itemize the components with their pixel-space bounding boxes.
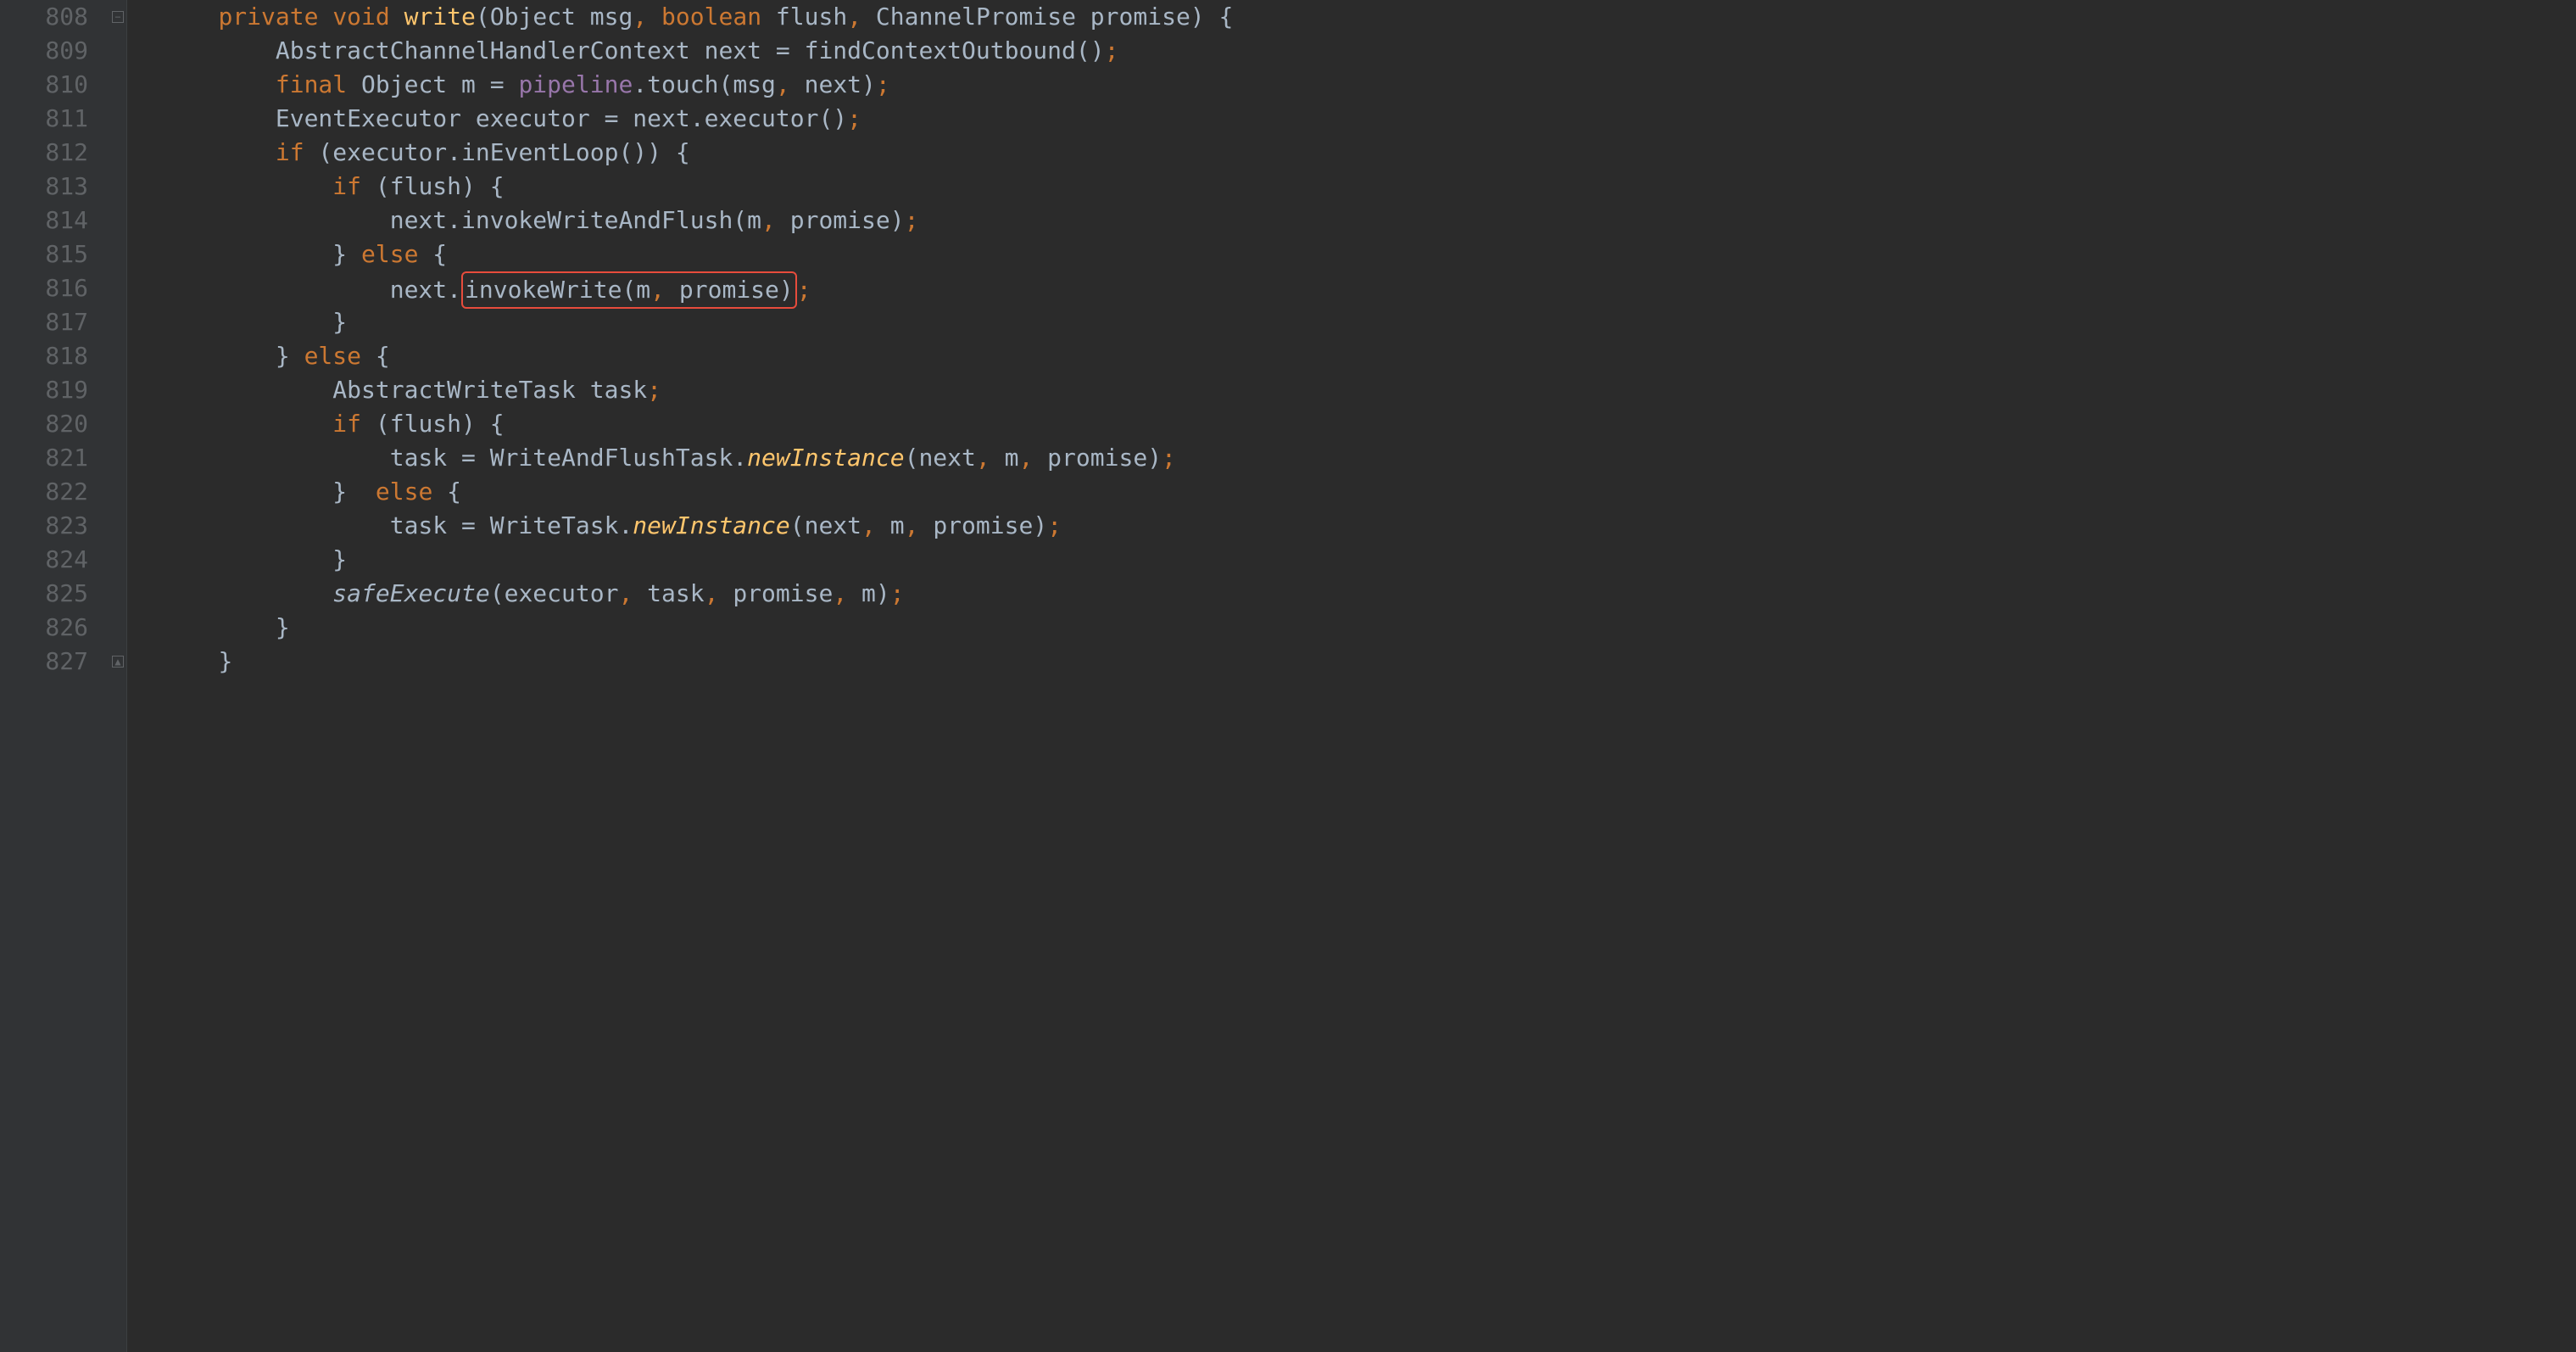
code-line[interactable]: task = WriteTask.newInstance(next, m, pr… [161, 509, 2576, 543]
line-number: 812 [14, 136, 88, 170]
line-number: 819 [14, 373, 88, 407]
code-line[interactable]: private void write(Object msg, boolean f… [161, 0, 2576, 34]
line-number: 827 [14, 645, 88, 679]
code-line[interactable]: final Object m = pipeline.touch(msg, nex… [161, 68, 2576, 102]
code-line[interactable]: } [161, 305, 2576, 339]
fold-strip: −▲ [110, 0, 127, 1352]
fold-marker-icon[interactable]: − [112, 11, 124, 23]
line-number: 826 [14, 611, 88, 645]
code-line[interactable]: } else { [161, 475, 2576, 509]
line-number: 818 [14, 339, 88, 373]
code-line[interactable]: if (flush) { [161, 407, 2576, 441]
line-number: 810 [14, 68, 88, 102]
code-line[interactable]: if (flush) { [161, 170, 2576, 204]
line-number: 823 [14, 509, 88, 543]
code-line[interactable]: if (executor.inEventLoop()) { [161, 136, 2576, 170]
code-line[interactable]: next.invokeWrite(m, promise); [161, 271, 2576, 305]
code-line[interactable]: } else { [161, 237, 2576, 271]
line-number: 825 [14, 577, 88, 611]
line-number-gutter: 8088098108118128138148158168178188198208… [0, 0, 110, 1352]
fold-marker-icon[interactable]: ▲ [112, 656, 124, 668]
code-editor: 8088098108118128138148158168178188198208… [0, 0, 2576, 1352]
line-number: 824 [14, 543, 88, 577]
line-number: 813 [14, 170, 88, 204]
line-number: 822 [14, 475, 88, 509]
code-line[interactable]: task = WriteAndFlushTask.newInstance(nex… [161, 441, 2576, 475]
code-line[interactable]: } else { [161, 339, 2576, 373]
code-line[interactable]: AbstractWriteTask task; [161, 373, 2576, 407]
line-number: 820 [14, 407, 88, 441]
code-line[interactable]: next.invokeWriteAndFlush(m, promise); [161, 204, 2576, 237]
code-line[interactable]: safeExecute(executor, task, promise, m); [161, 577, 2576, 611]
line-number: 816 [14, 271, 88, 305]
line-number: 814 [14, 204, 88, 237]
line-number: 809 [14, 34, 88, 68]
code-line[interactable]: } [161, 543, 2576, 577]
highlighted-call[interactable]: invokeWrite(m, promise) [461, 271, 797, 309]
code-area[interactable]: private void write(Object msg, boolean f… [127, 0, 2576, 1352]
code-line[interactable]: } [161, 645, 2576, 679]
line-number: 808 [14, 0, 88, 34]
code-line[interactable]: EventExecutor executor = next.executor()… [161, 102, 2576, 136]
code-line[interactable]: AbstractChannelHandlerContext next = fin… [161, 34, 2576, 68]
line-number: 811 [14, 102, 88, 136]
code-line[interactable]: } [161, 611, 2576, 645]
line-number: 817 [14, 305, 88, 339]
line-number: 815 [14, 237, 88, 271]
line-number: 821 [14, 441, 88, 475]
